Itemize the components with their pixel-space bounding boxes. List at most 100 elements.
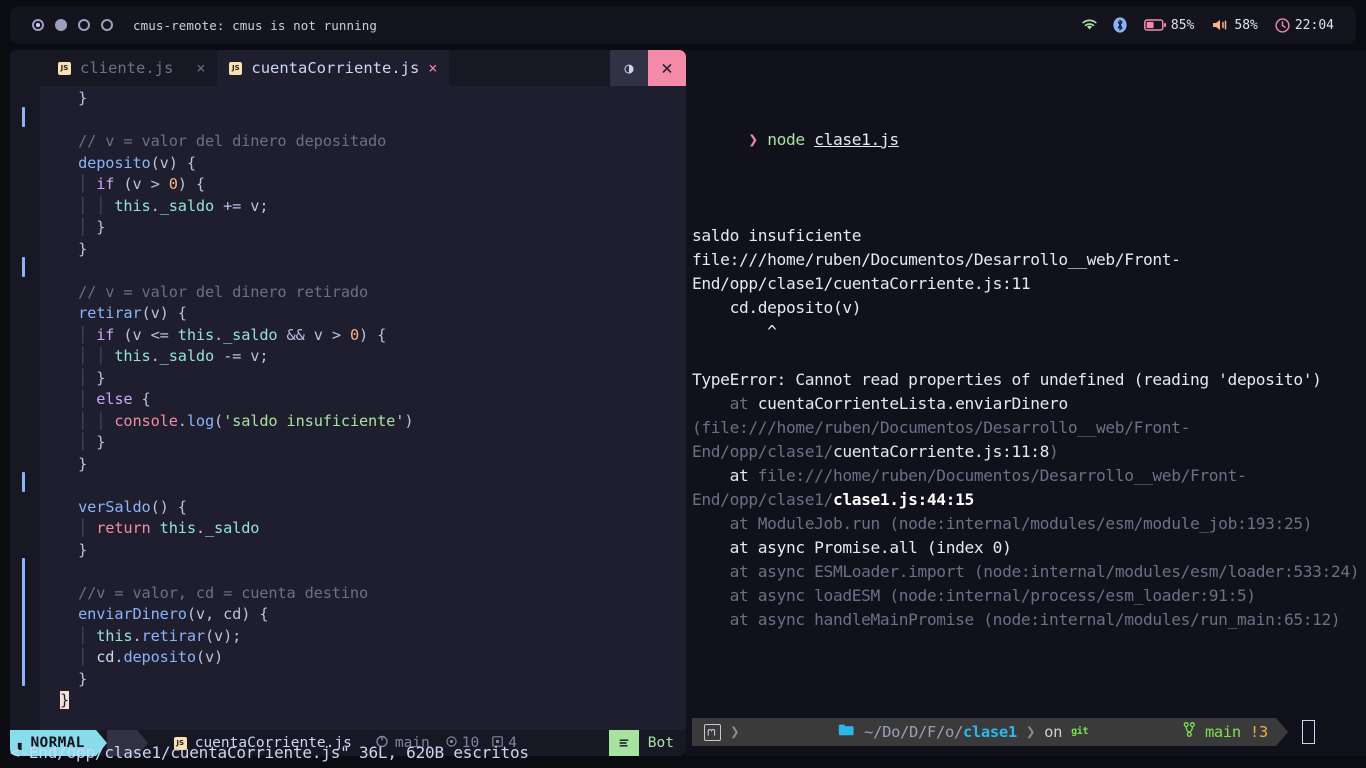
battery-level: 85% — [1170, 17, 1195, 33]
code-token: this — [114, 196, 151, 215]
code-token: } — [96, 368, 106, 387]
terminal-token: TypeError: Cannot read properties of und… — [692, 370, 1322, 389]
code-token: 0 — [349, 325, 360, 344]
workspace-3[interactable] — [78, 19, 90, 31]
code-token: │ │ — [78, 196, 115, 215]
workspace-indicators[interactable] — [32, 19, 113, 31]
terminal-token: file:///home/ruben/Documentos/Desarrollo… — [692, 250, 1181, 293]
code-token: _saldo — [159, 196, 215, 215]
terminal-command-arg: clase1.js — [814, 130, 899, 149]
git-sign — [22, 558, 25, 686]
editor-tabbar: JS cliente.js × JS cuentaCorriente.js × … — [10, 50, 686, 86]
code-line: │ this.retirar(v); — [40, 626, 686, 648]
code-line: │ │ this._saldo -= v; — [40, 346, 686, 368]
code-token: this — [177, 325, 215, 344]
code-line: │ return this._saldo — [40, 518, 686, 540]
code-token: deposito — [78, 153, 151, 172]
code-token: () { — [150, 497, 187, 516]
code-token: } — [60, 454, 88, 473]
code-token: (v > — [114, 175, 169, 193]
tab-cliente-js[interactable]: JS cliente.js × — [10, 50, 218, 86]
code-token: //v = valor, cd = cuenta destino — [60, 583, 369, 602]
close-window-button[interactable]: ✕ — [648, 50, 686, 86]
code-text[interactable]: } // v = valor del dinero depositado dep… — [40, 86, 686, 756]
terminal-token: at async Promise.all (index 0) — [692, 538, 1012, 557]
terminal-line: ^ — [692, 320, 1360, 344]
code-token: │ — [78, 368, 97, 387]
clock-icon[interactable] — [1275, 17, 1290, 33]
desktop-root: cmus-remote: cmus is not running 85% 58% — [0, 0, 1366, 768]
terminal-token: ^ — [692, 322, 777, 341]
code-line: │ } — [40, 217, 686, 239]
code-token: this — [114, 347, 151, 365]
code-token: console — [114, 411, 178, 430]
code-line: │ │ this._saldo += v; — [40, 196, 686, 218]
system-tray: 85% 58% 22:04 — [1081, 17, 1334, 33]
code-token: } — [60, 691, 70, 709]
battery-icon[interactable] — [1143, 19, 1166, 31]
code-token: 'saldo insuficiente' — [223, 411, 405, 430]
code-token: . — [214, 325, 224, 344]
code-token: -= v; — [214, 347, 269, 365]
clock-time: 22:04 — [1294, 17, 1334, 33]
tab-close-icon[interactable]: × — [196, 59, 205, 77]
code-token: enviarDinero — [78, 605, 187, 623]
code-line: │ else { — [40, 389, 686, 411]
toggle-button[interactable]: ◑ — [610, 50, 648, 86]
terminal-token: at ModuleJob.run (node:internal/modules/… — [692, 514, 1313, 533]
vim-cmdline: <-End/opp/clase1/cuentaCorriente.js" 36L… — [10, 742, 529, 762]
code-token: │ — [78, 325, 97, 344]
code-token: this — [96, 626, 133, 645]
code-line: } — [40, 239, 686, 261]
code-token: (v); — [204, 626, 242, 645]
tab-label: cliente.js — [80, 59, 174, 77]
tab-cuentacorriente-js[interactable]: JS cuentaCorriente.js × — [217, 50, 450, 86]
terminal-pane[interactable]: ❯ node clase1.js saldo insuficiente file:… — [686, 50, 1366, 756]
git-sign — [22, 107, 25, 127]
code-token: │ │ — [78, 347, 115, 365]
git-sign-column — [22, 86, 28, 756]
code-token: log — [186, 411, 215, 430]
workspace-2[interactable] — [55, 19, 67, 31]
wifi-icon[interactable] — [1081, 18, 1098, 32]
code-token: . — [177, 411, 187, 430]
code-token: else — [96, 390, 133, 408]
code-line: │ } — [40, 432, 686, 454]
bluetooth-icon[interactable] — [1113, 17, 1127, 33]
workspace-1[interactable] — [32, 19, 44, 31]
code-line: retirar(v) { — [40, 303, 686, 325]
code-token: │ — [78, 648, 97, 666]
terminal-line: at cuentaCorrienteLista.enviarDinero (fi… — [692, 392, 1360, 464]
code-token: { — [132, 390, 151, 408]
code-line: } — [40, 88, 686, 110]
code-line: verSaldo() { — [40, 497, 686, 519]
volume-icon[interactable] — [1211, 18, 1229, 32]
code-token: } — [60, 89, 88, 107]
code-token: . — [150, 347, 160, 365]
code-token: retirar — [78, 304, 142, 322]
tab-close-icon[interactable]: × — [428, 59, 437, 77]
terminal-token: clase1.js:44:15 — [832, 490, 974, 509]
code-token: return — [96, 519, 151, 537]
terminal-token: cuentaCorriente.js:11:8 — [832, 442, 1050, 461]
terminal-token: at — [692, 394, 758, 413]
code-line: enviarDinero(v, cd) { — [40, 604, 686, 626]
workspace-4[interactable] — [101, 19, 113, 31]
code-token: (v) { — [150, 153, 196, 172]
code-token: // v = valor del dinero retirado — [60, 282, 369, 301]
code-line: │ cd.deposito(v) — [40, 647, 686, 669]
code-token: │ — [78, 626, 97, 645]
code-line: } — [40, 540, 686, 562]
